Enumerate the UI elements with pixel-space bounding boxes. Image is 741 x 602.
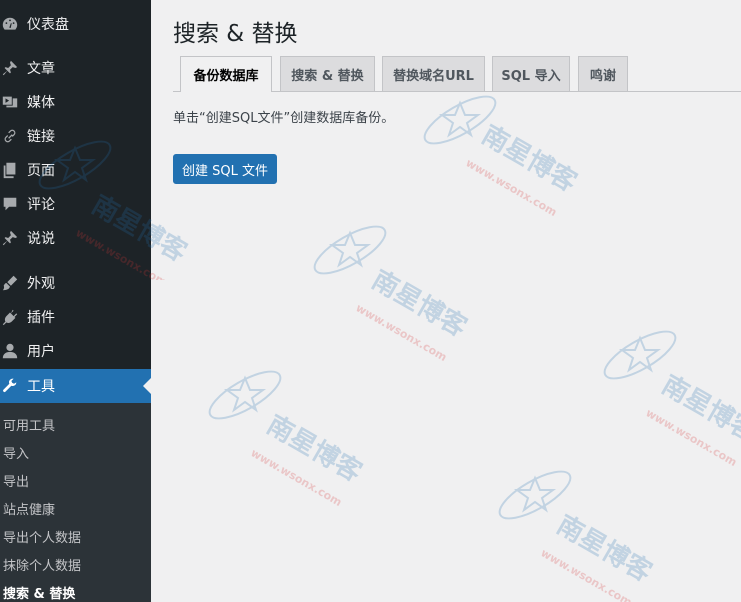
tab-search-replace[interactable]: 搜索 & 替换 [280, 56, 375, 91]
sidebar-item-label: 媒体 [27, 95, 55, 111]
backup-description: 单击“创建SQL文件”创建数据库备份。 [173, 111, 395, 126]
sidebar-item-label: 用户 [27, 344, 55, 360]
sidebar-item-label: 工具 [27, 379, 55, 395]
user-icon [0, 341, 20, 361]
admin-sidebar: 仪表盘 文章 媒体 链接 页面 评论 说说 外观 插件 用户 工具 可用工具 导… [0, 0, 151, 602]
sidebar-item-pages[interactable]: 页面 [0, 153, 151, 187]
create-sql-file-button[interactable]: 创建 SQL 文件 [173, 154, 277, 184]
sidebar-item-label: 文章 [27, 61, 55, 77]
tab-credits[interactable]: 鸣谢 [578, 56, 628, 91]
sidebar-item-dashboard[interactable]: 仪表盘 [0, 7, 151, 41]
sidebar-item-users[interactable]: 用户 [0, 334, 151, 368]
watermark: 南星博客 www.wsonx.com [305, 215, 485, 375]
sidebar-item-links[interactable]: 链接 [0, 119, 151, 153]
submenu-item-site-health[interactable]: 站点健康 [3, 499, 55, 518]
watermark-url: www.wsonx.com [464, 156, 560, 219]
page-title: 搜索 & 替换 [173, 21, 298, 47]
sidebar-item-label: 说说 [27, 231, 55, 247]
tab-backup-database[interactable]: 备份数据库 [180, 56, 272, 92]
watermark: 南星博客 www.wsonx.com [200, 360, 380, 520]
watermark-title: 南星博客 [552, 509, 658, 588]
watermark: 南星博客 www.wsonx.com [595, 320, 741, 480]
watermark-url: www.wsonx.com [539, 546, 635, 602]
tools-submenu: 可用工具 导入 导出 站点健康 导出个人数据 抹除个人数据 搜索 & 替换 [0, 403, 151, 602]
submenu-item-available-tools[interactable]: 可用工具 [3, 415, 55, 434]
sidebar-item-label: 评论 [27, 197, 55, 213]
brush-icon [0, 273, 20, 293]
wrench-icon [0, 376, 20, 396]
sidebar-item-appearance[interactable]: 外观 [0, 266, 151, 300]
comment-icon [0, 194, 20, 214]
pin-icon [0, 228, 20, 248]
sidebar-item-label: 外观 [27, 276, 55, 292]
watermark-title: 南星博客 [367, 264, 473, 343]
sidebar-item-plugins[interactable]: 插件 [0, 300, 151, 334]
sidebar-item-shuoshuo[interactable]: 说说 [0, 221, 151, 255]
watermark: 南星博客 www.wsonx.com [490, 460, 670, 602]
watermark-url: www.wsonx.com [644, 406, 740, 469]
watermark-url: www.wsonx.com [249, 446, 345, 509]
watermark-title: 南星博客 [262, 409, 368, 488]
submenu-item-export[interactable]: 导出 [3, 471, 29, 490]
sidebar-item-comments[interactable]: 评论 [0, 187, 151, 221]
submenu-item-import[interactable]: 导入 [3, 443, 29, 462]
sidebar-item-label: 链接 [27, 129, 55, 145]
sidebar-item-label: 插件 [27, 310, 55, 326]
media-icon [0, 92, 20, 112]
sidebar-item-media[interactable]: 媒体 [0, 85, 151, 119]
sidebar-item-label: 仪表盘 [27, 17, 69, 33]
tab-sql-import[interactable]: SQL 导入 [492, 56, 570, 91]
submenu-item-search-replace[interactable]: 搜索 & 替换 [3, 583, 75, 602]
watermark-title: 南星博客 [657, 369, 741, 448]
page-icon [0, 160, 20, 180]
sidebar-item-tools[interactable]: 工具 [0, 369, 151, 403]
pin-icon [0, 58, 20, 78]
dashboard-icon [0, 14, 20, 34]
link-icon [0, 126, 20, 146]
watermark-url: www.wsonx.com [354, 301, 450, 364]
watermark: 南星博客 www.wsonx.com [415, 85, 595, 235]
sidebar-item-posts[interactable]: 文章 [0, 51, 151, 85]
watermark-title: 南星博客 [477, 119, 583, 198]
submenu-item-erase-personal-data[interactable]: 抹除个人数据 [3, 555, 81, 574]
plug-icon [0, 307, 20, 327]
tab-replace-domain-url[interactable]: 替换域名URL [382, 56, 485, 91]
sidebar-item-label: 页面 [27, 163, 55, 179]
submenu-item-export-personal-data[interactable]: 导出个人数据 [3, 527, 81, 546]
